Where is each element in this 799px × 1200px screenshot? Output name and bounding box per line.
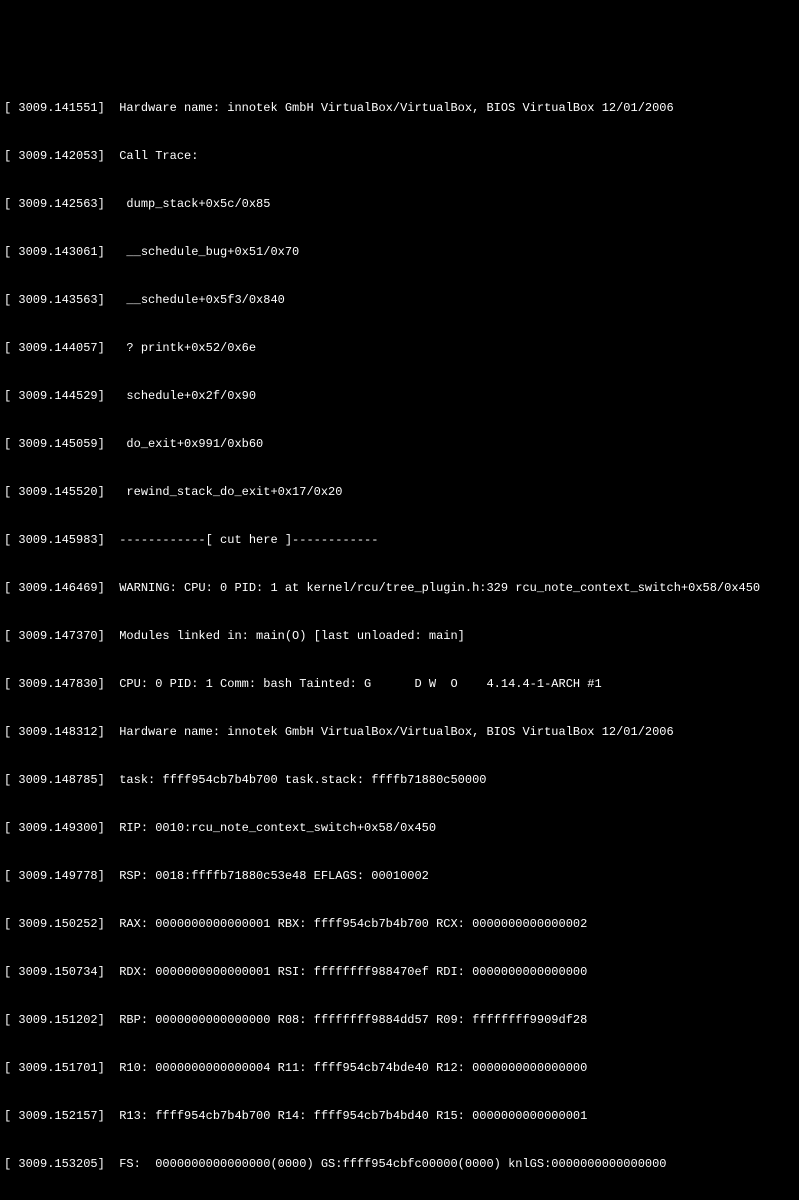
log-line: [ 3009.147370] Modules linked in: main(O… bbox=[4, 628, 795, 644]
log-line: [ 3009.149300] RIP: 0010:rcu_note_contex… bbox=[4, 820, 795, 836]
log-line: [ 3009.143061] __schedule_bug+0x51/0x70 bbox=[4, 244, 795, 260]
log-line: [ 3009.143563] __schedule+0x5f3/0x840 bbox=[4, 292, 795, 308]
log-line: [ 3009.146469] WARNING: CPU: 0 PID: 1 at… bbox=[4, 580, 795, 596]
log-line: [ 3009.145520] rewind_stack_do_exit+0x17… bbox=[4, 484, 795, 500]
log-line: [ 3009.151701] R10: 0000000000000004 R11… bbox=[4, 1060, 795, 1076]
log-line: [ 3009.145059] do_exit+0x991/0xb60 bbox=[4, 436, 795, 452]
log-line: [ 3009.152157] R13: ffff954cb7b4b700 R14… bbox=[4, 1108, 795, 1124]
log-line: [ 3009.151202] RBP: 0000000000000000 R08… bbox=[4, 1012, 795, 1028]
log-line: [ 3009.141551] Hardware name: innotek Gm… bbox=[4, 100, 795, 116]
log-line: [ 3009.148312] Hardware name: innotek Gm… bbox=[4, 724, 795, 740]
log-line: [ 3009.149778] RSP: 0018:ffffb71880c53e4… bbox=[4, 868, 795, 884]
log-line: [ 3009.142563] dump_stack+0x5c/0x85 bbox=[4, 196, 795, 212]
log-line: [ 3009.147830] CPU: 0 PID: 1 Comm: bash … bbox=[4, 676, 795, 692]
kernel-log-terminal: [ 3009.141551] Hardware name: innotek Gm… bbox=[4, 68, 795, 660]
log-line: [ 3009.148785] task: ffff954cb7b4b700 ta… bbox=[4, 772, 795, 788]
log-line: [ 3009.145983] ------------[ cut here ]-… bbox=[4, 532, 795, 548]
log-line: [ 3009.144057] ? printk+0x52/0x6e bbox=[4, 340, 795, 356]
log-line: [ 3009.153205] FS: 0000000000000000(0000… bbox=[4, 1156, 795, 1172]
log-line: [ 3009.144529] schedule+0x2f/0x90 bbox=[4, 388, 795, 404]
log-line: [ 3009.150734] RDX: 0000000000000001 RSI… bbox=[4, 964, 795, 980]
log-line: [ 3009.150252] RAX: 0000000000000001 RBX… bbox=[4, 916, 795, 932]
log-line: [ 3009.142053] Call Trace: bbox=[4, 148, 795, 164]
